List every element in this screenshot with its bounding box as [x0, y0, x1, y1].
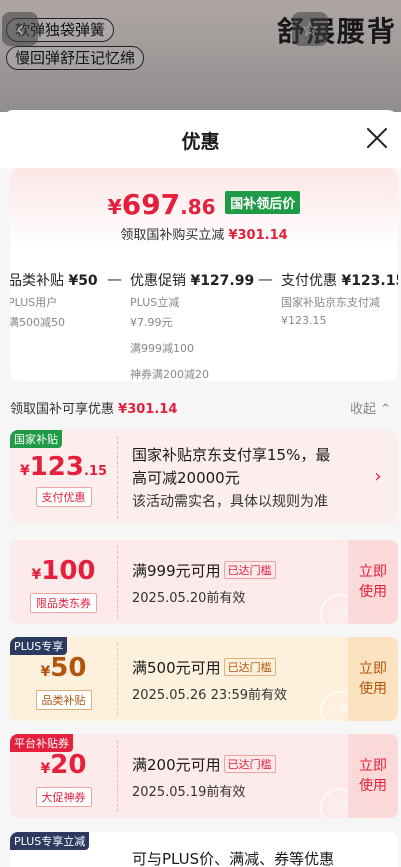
- threshold-badge: 已达门槛: [223, 658, 276, 676]
- coupon-50[interactable]: PLUS专享 ¥50 品类补贴 满500元可用 已达门槛 2025.05.26 2…: [10, 637, 398, 721]
- coupon-tag: 国家补贴: [10, 430, 62, 448]
- use-now-button[interactable]: 立即 使用: [348, 637, 398, 721]
- coupon-plus-discount[interactable]: PLUS专享立减 可与PLUS价、满减、券等优惠: [10, 832, 398, 867]
- use-now-button[interactable]: 立即 使用: [348, 540, 398, 624]
- coupon-national-subsidy[interactable]: 国家补贴 ¥123.15 支付优惠 国家补贴京东支付享15%，最 高可减2000…: [10, 430, 398, 525]
- minus-sign: —: [107, 270, 122, 288]
- coupon-tag: PLUS专享立减: [10, 832, 90, 850]
- chevron-up-icon: ⌃: [380, 402, 391, 417]
- discount-breakdown: 品类补贴 ¥50 PLUS用户 满500减50 — 优惠促销 ¥127.99 P…: [10, 270, 398, 381]
- coupon-kind: 品类补贴: [10, 689, 117, 710]
- final-price: ¥697.86 国补领后价: [10, 188, 398, 221]
- use-now-button[interactable]: 立即 使用: [348, 734, 398, 818]
- discount-sheet: 优惠 ¥697.86 国补领后价 领取国补购买立减 ¥301.14 品类补贴 ¥…: [0, 110, 401, 867]
- coupon-kind: 大促神券: [10, 786, 117, 807]
- coupon-100[interactable]: ¥100 限品类东券 满999元可用 已达门槛 2025.05.20前有效 已领 …: [10, 540, 398, 624]
- threshold-badge: 已达门槛: [223, 561, 276, 579]
- product-background: 软弹独袋弹簧 慢回弹舒压记忆绵 舒展腰背 ‹ ☆: [0, 0, 401, 112]
- collapse-button[interactable]: 收起 ⌃: [350, 398, 391, 417]
- coupon-amount: ¥123.15: [19, 452, 108, 482]
- coupon-20[interactable]: 平台补贴券 ¥20 大促神券 满200元可用 已达门槛 2025.05.19前有效…: [10, 734, 398, 818]
- subsidy-section-header: 领取国补可享优惠 ¥301.14 收起 ⌃: [10, 398, 391, 418]
- coupon-body: 可与PLUS价、满减、券等优惠: [132, 850, 335, 867]
- coupon-kind: 限品类东券: [10, 592, 117, 613]
- price-summary-card: ¥697.86 国补领后价 领取国补购买立减 ¥301.14 品类补贴 ¥50 …: [10, 168, 398, 381]
- sheet-title: 优惠: [181, 131, 220, 153]
- coupon-amount: ¥20: [40, 750, 87, 780]
- coupon-amount: ¥50: [40, 653, 87, 683]
- coupon-body: 满999元可用 已达门槛 2025.05.20前有效: [132, 560, 346, 606]
- sheet-header: 优惠: [0, 110, 401, 168]
- coupon-body: 满200元可用 已达门槛 2025.05.19前有效: [132, 754, 346, 800]
- close-button[interactable]: [363, 124, 391, 152]
- minus-sign: —: [258, 270, 273, 288]
- breakdown-payment: 支付优惠 ¥123.15 国家补贴京东支付减 ¥123.15: [281, 273, 398, 327]
- coupon-body: 满500元可用 已达门槛 2025.05.26 23:59前有效: [132, 658, 288, 703]
- subsidy-price-badge: 国补领后价: [225, 191, 301, 214]
- overlay-dim[interactable]: [0, 0, 401, 112]
- coupon-amount: ¥100: [31, 556, 96, 586]
- coupon-kind: 支付优惠: [10, 486, 117, 507]
- subsidy-lead: 领取国补购买立减 ¥301.14: [120, 228, 288, 243]
- coupon-body: 国家补贴京东支付享15%，最 高可减20000元 该活动需实名，具体以规则为准: [132, 446, 331, 510]
- close-icon: [367, 128, 387, 148]
- chevron-right-icon[interactable]: ›: [358, 430, 398, 525]
- threshold-badge: 已达门槛: [223, 755, 276, 773]
- breakdown-category-subsidy: 品类补贴 ¥50 PLUS用户 满500减50: [10, 273, 98, 329]
- breakdown-promotion: 优惠促销 ¥127.99 PLUS立减 ¥7.99元 满999减100 神券满2…: [130, 273, 255, 381]
